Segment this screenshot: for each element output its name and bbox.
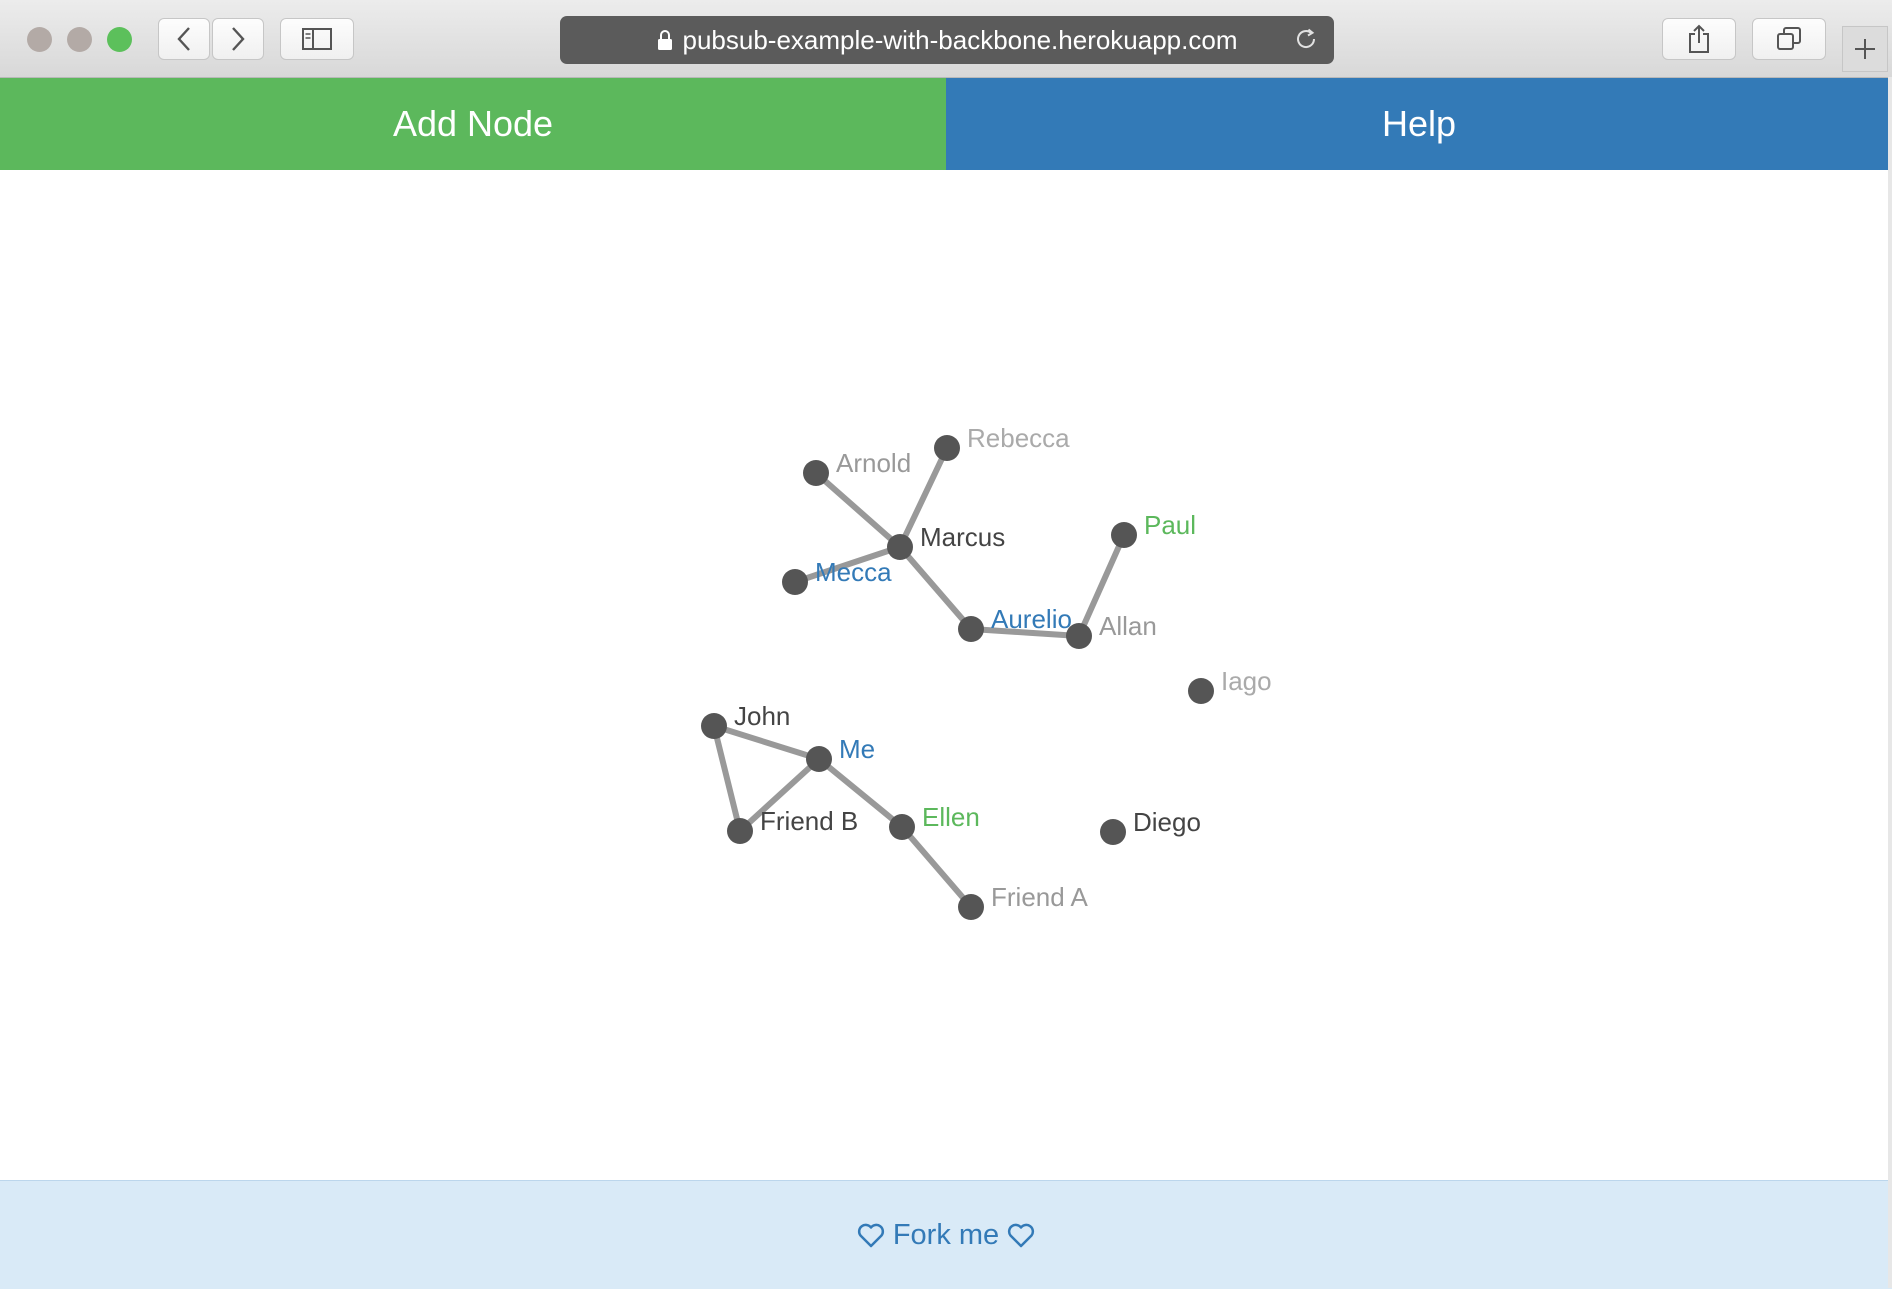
graph-node-circle[interactable]	[958, 894, 984, 920]
graph-node-circle[interactable]	[934, 435, 960, 461]
new-tab-button[interactable]	[1842, 26, 1888, 72]
lock-icon	[657, 29, 673, 51]
help-label: Help	[1381, 103, 1457, 144]
graph-link-ellen-friend-a	[899, 824, 974, 910]
sidebar-icon	[302, 28, 332, 50]
url-text: pubsub-example-with-backbone.herokuapp.c…	[682, 24, 1238, 55]
graph-node-friend-a[interactable]: Friend A	[958, 882, 1088, 920]
reload-button[interactable]	[1294, 26, 1320, 59]
forward-button[interactable]	[212, 18, 264, 60]
minimize-window-button[interactable]	[67, 27, 92, 52]
share-button[interactable]	[1662, 18, 1736, 60]
heart-icon	[857, 1223, 884, 1248]
graph-node-circle[interactable]	[1188, 678, 1214, 704]
graph-node-circle[interactable]	[806, 746, 832, 772]
graph-node-label: Diego	[1133, 807, 1201, 837]
browser-toolbar: pubsub-example-with-backbone.herokuapp.c…	[0, 0, 1892, 78]
help-button[interactable]: Help	[946, 78, 1892, 170]
address-bar[interactable]: pubsub-example-with-backbone.herokuapp.c…	[560, 16, 1334, 64]
graph-node-label: John	[734, 701, 790, 731]
graph-link-marcus-aurelio	[897, 544, 974, 632]
new-tab-icon	[1855, 39, 1875, 59]
close-window-button[interactable]	[27, 27, 52, 52]
graph-node-arnold[interactable]: Arnold	[803, 448, 911, 486]
graph-node-paul[interactable]: Paul	[1111, 510, 1196, 548]
graph-node-label: Aurelio	[991, 604, 1072, 634]
graph-node-circle[interactable]	[782, 569, 808, 595]
graph-node-me[interactable]: Me	[806, 734, 875, 772]
fork-me-link[interactable]: Fork me	[857, 1219, 1035, 1252]
graph-node-label: Iago	[1221, 666, 1272, 696]
graph-node-rebecca[interactable]: Rebecca	[934, 423, 1070, 461]
graph-node-circle[interactable]	[958, 616, 984, 642]
forward-icon	[232, 27, 245, 51]
graph-node-ellen[interactable]: Ellen	[889, 802, 980, 840]
graph-node-marcus[interactable]: Marcus	[887, 522, 1005, 560]
graph-node-circle[interactable]	[1100, 819, 1126, 845]
fork-me-label: Fork me	[892, 1218, 1000, 1251]
graph-links	[711, 445, 1127, 910]
graph-node-allan[interactable]: Allan	[1066, 611, 1157, 649]
graph-node-label: Arnold	[836, 448, 911, 478]
zoom-window-button[interactable]	[107, 27, 132, 52]
share-icon	[1689, 24, 1709, 53]
graph-node-circle[interactable]	[701, 713, 727, 739]
graph-node-mecca[interactable]: Mecca	[782, 557, 892, 595]
add-node-button[interactable]: Add Node	[0, 78, 946, 170]
graph-node-label: Allan	[1099, 611, 1157, 641]
tabs-icon	[1777, 27, 1801, 50]
graph-node-label: Me	[839, 734, 875, 764]
network-graph: Rebecca Arnold Marcus Mecca Paul Aurelio Allan…	[701, 423, 1272, 920]
graph-node-label: Friend A	[991, 882, 1088, 912]
graph-node-circle[interactable]	[727, 818, 753, 844]
tabs-overview-button[interactable]	[1752, 18, 1826, 60]
graph-node-circle[interactable]	[889, 814, 915, 840]
footer: Fork me	[0, 1180, 1892, 1289]
graph-node-diego[interactable]: Diego	[1100, 807, 1201, 845]
graph-node-friend-b[interactable]: Friend B	[727, 806, 858, 844]
graph-node-circle[interactable]	[1111, 522, 1137, 548]
graph-node-label: Marcus	[920, 522, 1005, 552]
graph-node-label: Mecca	[815, 557, 892, 587]
back-button[interactable]	[158, 18, 210, 60]
heart-icon	[1008, 1223, 1035, 1248]
graph-link-arnold-marcus	[813, 470, 903, 550]
back-icon	[177, 27, 190, 51]
graph-nodes: Rebecca Arnold Marcus Mecca Paul Aurelio Allan…	[701, 423, 1272, 920]
sidebar-button[interactable]	[280, 18, 354, 60]
graph-node-iago[interactable]: Iago	[1188, 666, 1272, 704]
graph-node-circle[interactable]	[803, 460, 829, 486]
graph-node-label: Ellen	[922, 802, 980, 832]
window-edge	[1888, 77, 1892, 1288]
graph-node-label: Rebecca	[967, 423, 1070, 453]
add-node-label: Add Node	[392, 103, 554, 144]
graph-node-circle[interactable]	[1066, 623, 1092, 649]
reload-icon	[1297, 28, 1316, 48]
graph-node-label: Friend B	[760, 806, 858, 836]
graph-link-john-friend-b	[711, 723, 743, 834]
graph-node-label: Paul	[1144, 510, 1196, 540]
